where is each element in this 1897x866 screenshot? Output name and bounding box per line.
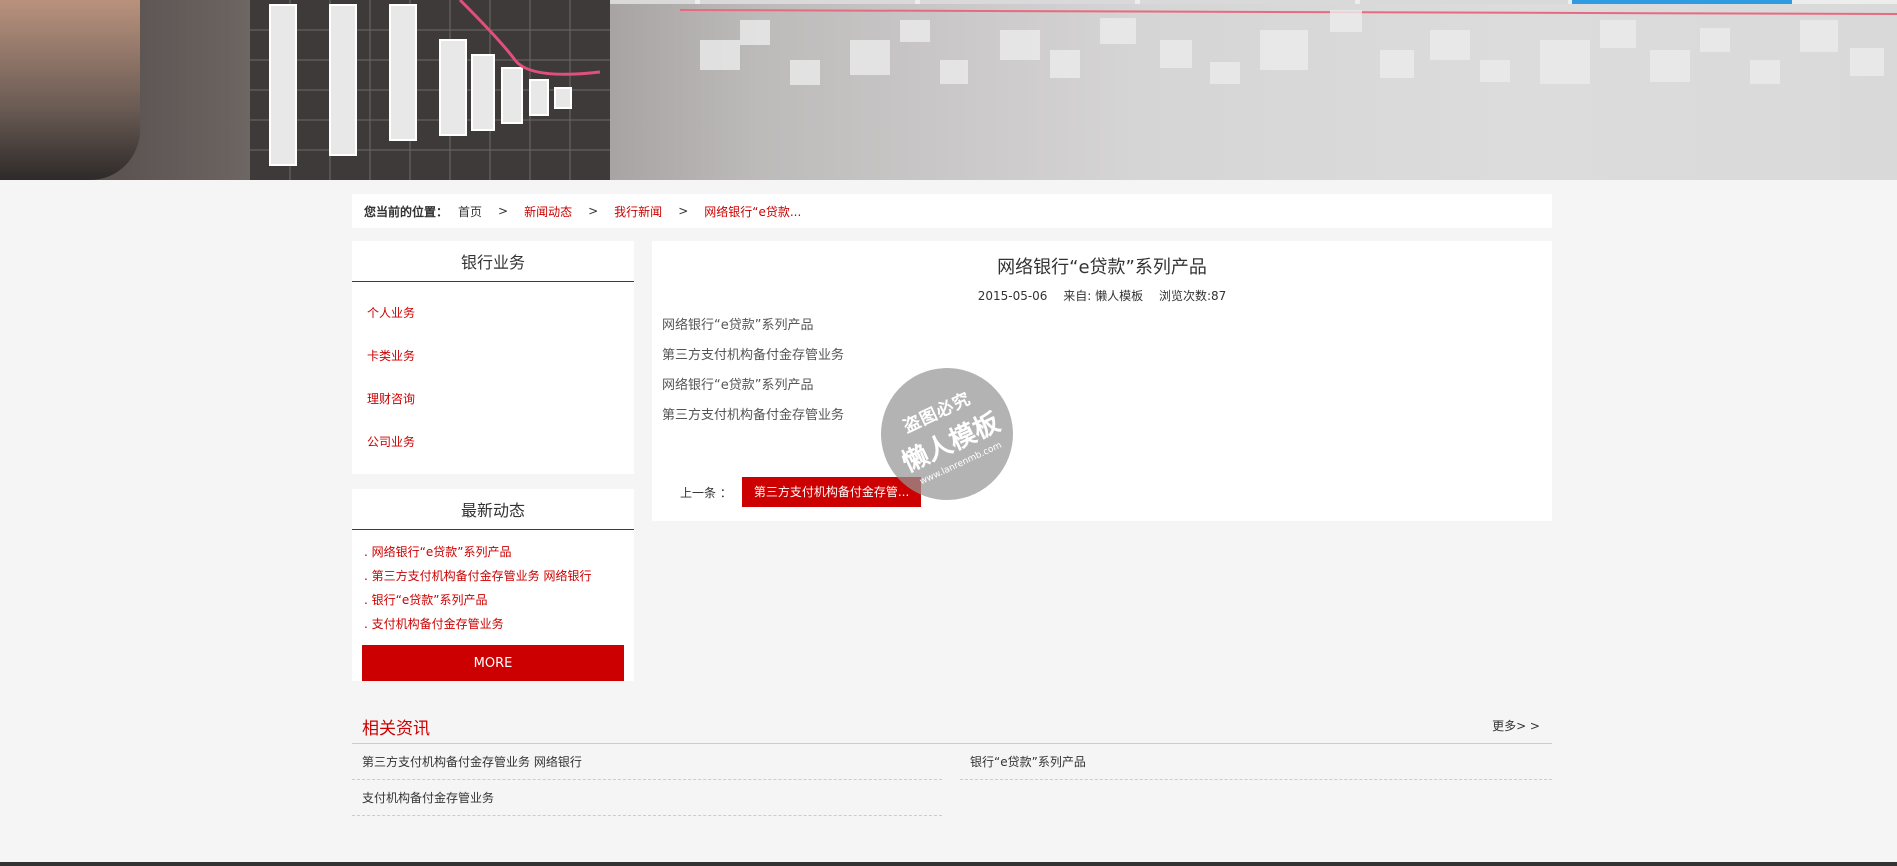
breadcrumb: 您当前的位置： 首页 > 新闻动态 > 我行新闻 > 网络银行“e贷款... [352, 194, 1552, 228]
article-paragraph: 第三方支付机构备付金存管业务 [662, 348, 845, 363]
banner [0, 0, 1897, 180]
article-paragraph: 网络银行“e贷款”系列产品 [662, 318, 814, 333]
article-date: 2015-05-06 [977, 289, 1048, 303]
sidebar-business-title: 银行业务 [352, 241, 634, 282]
sidebar-item-corporate[interactable]: 公司业务 [352, 421, 634, 464]
latest-news-item[interactable]: . 网络银行“e贷款”系列产品 [352, 540, 634, 564]
article-paragraph: 网络银行“e贷款”系列产品 [662, 378, 814, 393]
sidebar-business-list: 个人业务 卡类业务 理财咨询 公司业务 [352, 282, 634, 464]
related-news-header: 相关资讯 更多> > [352, 706, 1552, 744]
article-prev-nav: 上一条 ： 第三方支付机构备付金存管... [680, 477, 922, 507]
prev-article-link[interactable]: 第三方支付机构备付金存管... [741, 477, 922, 507]
sidebar-latest-box: 最新动态 . 网络银行“e贷款”系列产品 . 第三方支付机构备付金存管业务 网络… [352, 489, 634, 681]
breadcrumb-separator: > [588, 204, 599, 218]
sidebar-latest-list: . 网络银行“e贷款”系列产品 . 第三方支付机构备付金存管业务 网络银行 . … [352, 530, 634, 636]
footer-bar [0, 862, 1897, 866]
related-news-item[interactable]: 第三方支付机构备付金存管业务 网络银行 [352, 744, 942, 780]
related-news-item[interactable]: 支付机构备付金存管业务 [352, 780, 942, 816]
article-views: 浏览次数:87 [1158, 289, 1227, 303]
related-news-section: 相关资讯 更多> > 第三方支付机构备付金存管业务 网络银行 银行“e贷款”系列… [352, 706, 1552, 824]
breadcrumb-separator: > [498, 204, 509, 218]
banner-tile-pattern [679, 9, 1897, 85]
related-more-link[interactable]: 更多> > [1492, 717, 1540, 734]
banner-chart-illustration [250, 0, 610, 180]
breadcrumb-lead: 您当前的位置： [364, 204, 449, 219]
sidebar-item-card[interactable]: 卡类业务 [352, 335, 634, 378]
breadcrumb-separator: > [678, 204, 689, 218]
article-body: 网络银行“e贷款”系列产品 第三方支付机构备付金存管业务 网络银行“e贷款”系列… [662, 311, 844, 431]
sidebar-item-personal[interactable]: 个人业务 [352, 292, 634, 335]
related-news-title: 相关资讯 [362, 719, 430, 739]
latest-news-item[interactable]: . 支付机构备付金存管业务 [352, 612, 634, 636]
article-meta: 2015-05-06 来自: 懒人模板 浏览次数:87 [652, 287, 1552, 304]
latest-news-item[interactable]: . 第三方支付机构备付金存管业务 网络银行 [352, 564, 634, 588]
breadcrumb-home-link[interactable]: 首页 [458, 203, 482, 220]
article-panel: 网络银行“e贷款”系列产品 2015-05-06 来自: 懒人模板 浏览次数:8… [652, 241, 1552, 521]
breadcrumb-current-article[interactable]: 网络银行“e贷款... [704, 203, 801, 220]
related-news-list: 第三方支付机构备付金存管业务 网络银行 银行“e贷款”系列产品 支付机构备付金存… [352, 744, 1552, 824]
latest-news-item[interactable]: . 银行“e贷款”系列产品 [352, 588, 634, 612]
sidebar-business-box: 银行业务 个人业务 卡类业务 理财咨询 公司业务 [352, 241, 634, 474]
banner-hand-image [0, 0, 140, 180]
article-source: 来自: 懒人模板 [1063, 289, 1144, 303]
breadcrumb-news-link[interactable]: 新闻动态 [524, 203, 572, 220]
article-paragraph: 第三方支付机构备付金存管业务 [662, 408, 845, 423]
prev-label: 上一条 ： [680, 485, 732, 500]
sidebar-latest-title: 最新动态 [352, 489, 634, 530]
article-title: 网络银行“e贷款”系列产品 [997, 257, 1207, 278]
breadcrumb-bank-news-link[interactable]: 我行新闻 [614, 203, 662, 220]
related-news-item[interactable]: 银行“e贷款”系列产品 [960, 744, 1552, 780]
latest-more-button[interactable]: MORE [362, 645, 624, 681]
sidebar-item-wealth[interactable]: 理财咨询 [352, 378, 634, 421]
